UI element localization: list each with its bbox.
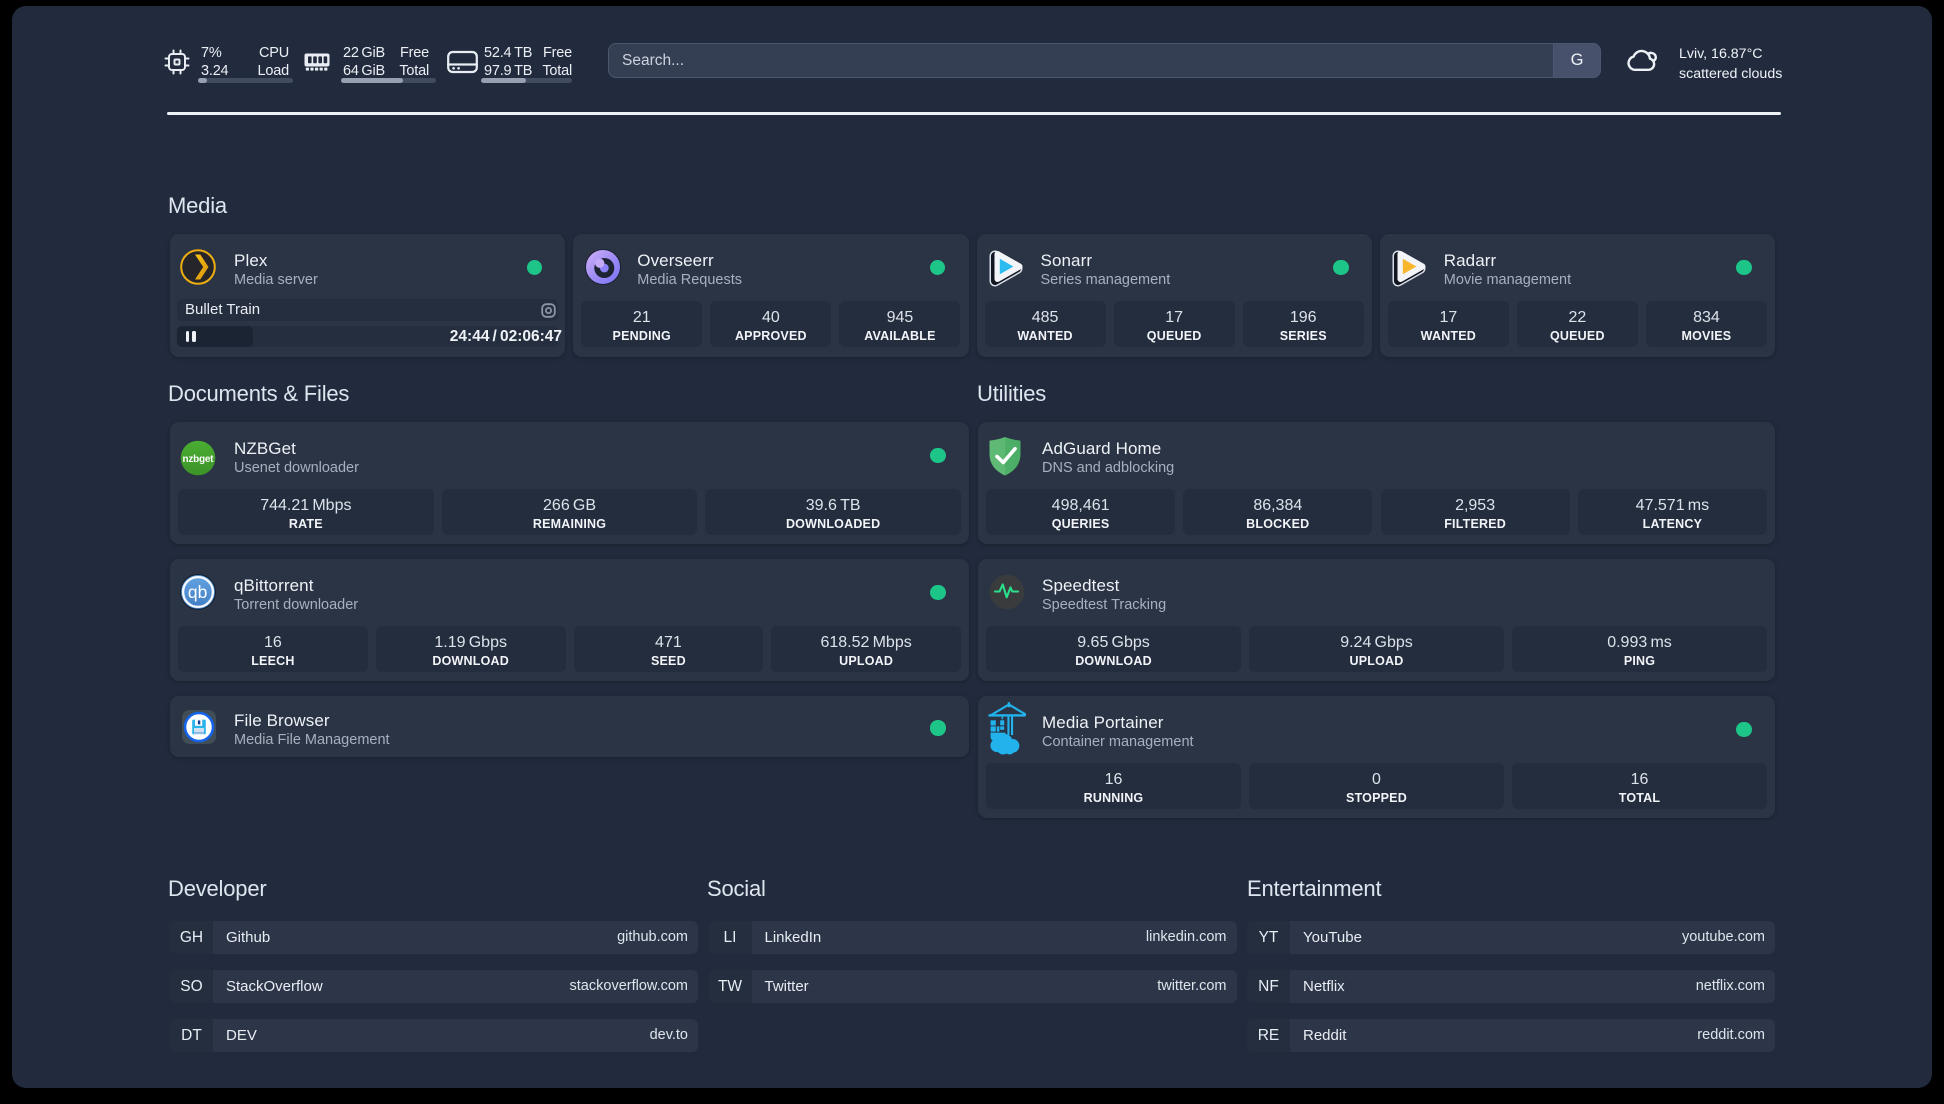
svg-text:nzbget: nzbget xyxy=(183,454,215,465)
svg-text:qb: qb xyxy=(188,582,207,602)
